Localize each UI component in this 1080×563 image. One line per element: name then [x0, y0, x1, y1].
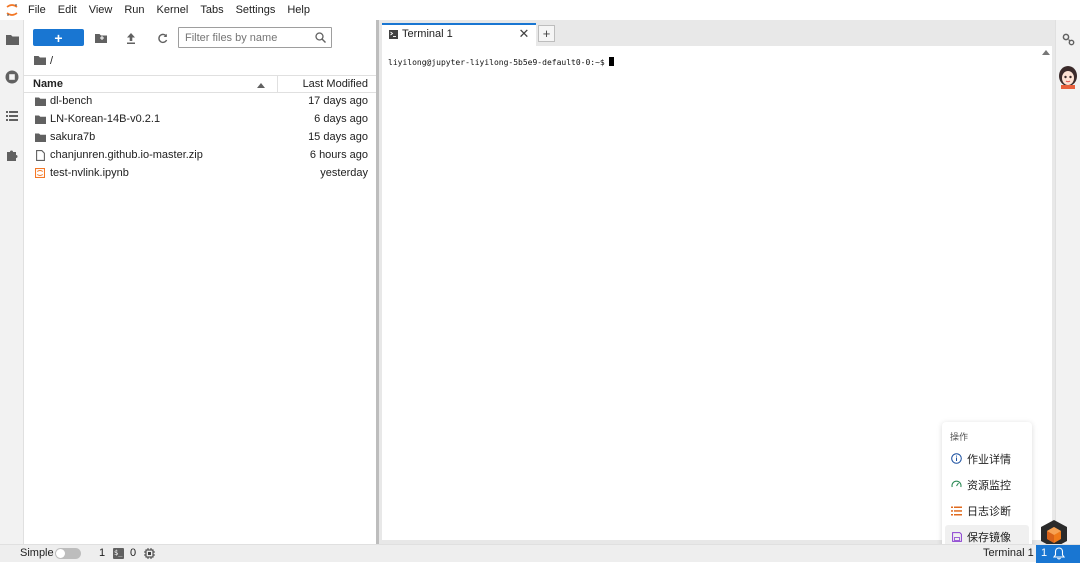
notification-count: 1	[1041, 547, 1048, 559]
action-label: 日志诊断	[967, 506, 1011, 518]
column-header-name[interactable]: Name	[33, 78, 63, 90]
add-tab-button[interactable]: +	[538, 25, 555, 42]
file-row-sakura7b[interactable]: sakura7b 15 days ago	[24, 128, 376, 146]
file-row-ln-korean[interactable]: LN-Korean-14B-v0.2.1 6 days ago	[24, 110, 376, 128]
menu-tabs[interactable]: Tabs	[194, 0, 229, 20]
user-avatar[interactable]	[1057, 65, 1079, 89]
sort-ascending-icon[interactable]	[257, 79, 265, 91]
file-list: dl-bench 17 days ago LN-Korean-14B-v0.2.…	[24, 92, 376, 182]
refresh-icon[interactable]	[152, 29, 172, 47]
menu-file[interactable]: File	[24, 0, 52, 20]
action-log-diagnosis[interactable]: 日志诊断	[945, 499, 1029, 521]
folder-icon[interactable]	[0, 27, 24, 51]
file-browser: + / Name Last Modified	[24, 20, 376, 544]
file-row-dl-bench[interactable]: dl-bench 17 days ago	[24, 92, 376, 110]
file-modified: 6 hours ago	[309, 149, 368, 161]
filter-files-input[interactable]	[179, 31, 307, 44]
menu-help[interactable]: Help	[281, 0, 316, 20]
home-folder-icon[interactable]	[34, 55, 46, 68]
menu-edit[interactable]: Edit	[52, 0, 83, 20]
file-name: dl-bench	[50, 95, 93, 107]
action-label: 保存镜像	[967, 532, 1011, 544]
file-name: LN-Korean-14B-v0.2.1	[50, 113, 161, 125]
save-icon	[951, 531, 962, 542]
terminal-icon[interactable]: $_	[113, 548, 124, 559]
file-modified: 17 days ago	[308, 95, 368, 107]
jupyter-logo-icon[interactable]	[0, 0, 24, 20]
info-icon	[951, 453, 962, 464]
gauge-icon	[951, 479, 962, 490]
action-label: 资源监控	[967, 480, 1011, 492]
upload-icon[interactable]	[121, 29, 141, 47]
breadcrumb-root[interactable]: /	[50, 55, 53, 67]
left-sidebar	[0, 20, 24, 544]
menu-bar: File Edit View Run Kernel Tabs Settings …	[0, 0, 1080, 20]
file-list-header: Name Last Modified	[24, 75, 376, 93]
filter-files-box[interactable]	[178, 27, 332, 48]
folder-icon	[34, 131, 46, 143]
action-job-details[interactable]: 作业详情	[945, 447, 1029, 469]
simple-mode-toggle[interactable]	[55, 548, 81, 559]
column-header-modified[interactable]: Last Modified	[303, 78, 368, 90]
terminal-count[interactable]: 1	[99, 547, 105, 559]
menu-run[interactable]: Run	[118, 0, 150, 20]
close-tab-icon[interactable]: ✕	[516, 26, 532, 42]
file-modified: 6 days ago	[314, 113, 368, 125]
scroll-up-arrow-icon[interactable]	[1042, 50, 1050, 55]
folder-icon	[34, 113, 46, 125]
breadcrumb: /	[34, 54, 53, 68]
tab-label: Terminal 1	[402, 28, 453, 40]
terminal-prompt-line: liyilong@jupyter-liyilong-5b5e9-default0…	[388, 57, 614, 67]
running-icon[interactable]	[0, 65, 24, 89]
action-label: 作业详情	[967, 454, 1011, 466]
toc-icon[interactable]	[0, 104, 24, 128]
status-bar: Simple 1 $_ 0 Terminal 1 1	[0, 544, 1080, 563]
new-folder-icon[interactable]	[91, 29, 111, 47]
terminal-prompt: liyilong@jupyter-liyilong-5b5e9-default0…	[388, 58, 605, 67]
file-name: test-nvlink.ipynb	[50, 167, 129, 179]
search-icon	[315, 32, 326, 46]
bell-icon	[1052, 547, 1066, 563]
file-row-zip[interactable]: chanjunren.github.io-master.zip 6 hours …	[24, 146, 376, 164]
terminal-icon	[389, 30, 398, 42]
right-sidebar	[1055, 20, 1080, 544]
property-inspector-icon[interactable]	[1062, 33, 1075, 49]
file-name: chanjunren.github.io-master.zip	[50, 149, 203, 161]
file-modified: yesterday	[320, 167, 368, 179]
action-resource-monitor[interactable]: 资源监控	[945, 473, 1029, 495]
notebook-icon	[34, 167, 46, 179]
kernel-count[interactable]: 0	[130, 547, 136, 559]
file-modified: 15 days ago	[308, 131, 368, 143]
file-icon	[34, 149, 46, 161]
menu-kernel[interactable]: Kernel	[151, 0, 195, 20]
active-document-label: Terminal 1	[983, 547, 1034, 559]
file-browser-toolbar: +	[32, 27, 372, 49]
log-list-icon	[951, 505, 962, 516]
action-panel: 操作 作业详情 资源监控 日志诊断 保存镜像	[942, 422, 1032, 550]
extension-icon[interactable]	[0, 142, 24, 166]
terminal-cursor	[608, 57, 614, 66]
action-panel-title: 操作	[950, 432, 969, 442]
folder-icon	[34, 95, 46, 107]
tab-bar: Terminal 1 ✕ +	[379, 20, 1055, 46]
menu-settings[interactable]: Settings	[230, 0, 282, 20]
menu-view[interactable]: View	[83, 0, 119, 20]
column-divider[interactable]	[277, 76, 278, 93]
kernel-icon[interactable]	[144, 548, 155, 562]
file-row-notebook[interactable]: test-nvlink.ipynb yesterday	[24, 164, 376, 182]
tab-terminal-1[interactable]: Terminal 1 ✕	[382, 23, 536, 46]
simple-mode-label: Simple	[20, 547, 54, 559]
file-name: sakura7b	[50, 131, 96, 143]
new-launcher-button[interactable]: +	[33, 29, 84, 46]
notifications-button[interactable]: 1	[1036, 545, 1080, 563]
